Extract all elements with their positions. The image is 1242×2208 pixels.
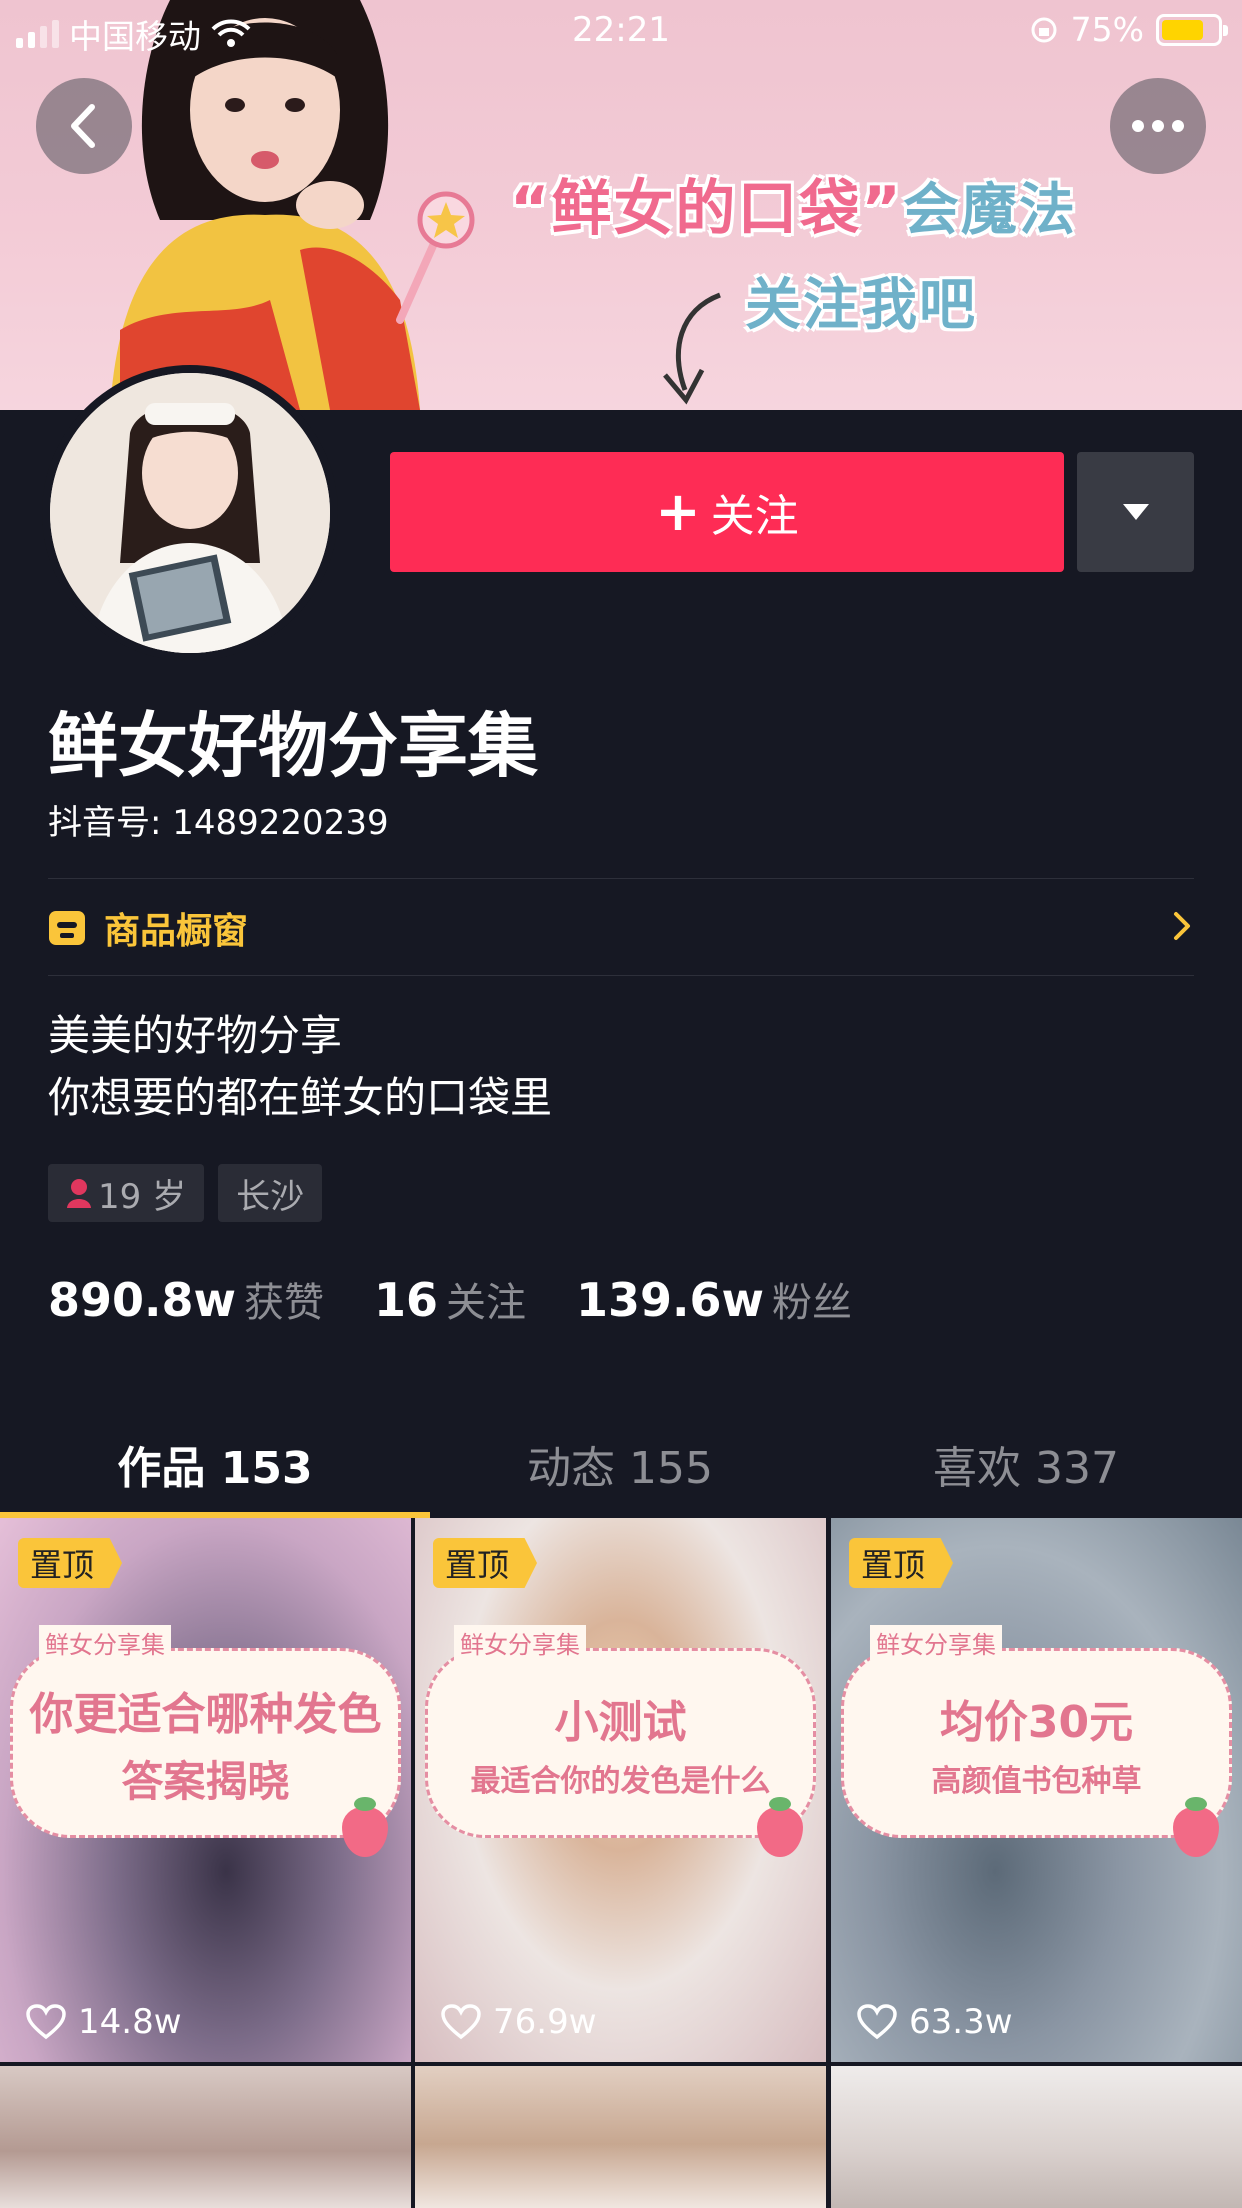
more-options-button[interactable]: [1110, 78, 1206, 174]
chevron-right-icon: [1174, 912, 1190, 940]
battery-icon: [1156, 13, 1228, 46]
tab-likes[interactable]: 喜欢 337: [810, 1410, 1242, 1518]
banner-subtitle: 关注我吧: [745, 273, 977, 338]
video-thumbnail[interactable]: 置顶 鲜女分享集 小测试 最适合你的发色是什么 76.9w: [415, 1518, 826, 2062]
video-title-line2: 最适合你的发色是什么: [470, 1764, 771, 1799]
video-title-card: 鲜女分享集 小测试 最适合你的发色是什么: [425, 1625, 816, 1857]
video-title-card: 鲜女分享集 你更适合哪种发色 答案揭晓: [10, 1625, 401, 1857]
status-bar: 中国移动 22:21 75%: [0, 0, 1242, 60]
video-title-line1: 小测试: [554, 1697, 687, 1748]
more-dots-icon: [1132, 120, 1184, 132]
followers-label[interactable]: 粉丝: [772, 1270, 852, 1328]
video-grid: 置顶 鲜女分享集 你更适合哪种发色 答案揭晓 14.8w 置顶 鲜女分享集 小测…: [0, 1518, 1242, 2208]
video-likes-count: 76.9w: [493, 2002, 597, 2042]
triangle-down-icon: [1122, 504, 1149, 520]
video-thumbnail[interactable]: [415, 2066, 826, 2208]
likes-label: 获赞: [244, 1280, 324, 1326]
magic-wand-icon: [396, 191, 475, 324]
age-tag: 19 岁: [48, 1164, 205, 1222]
video-brand: 鲜女分享集: [870, 1625, 1002, 1660]
pinned-badge: 置顶: [849, 1538, 954, 1588]
likes-count: 890.8w: [48, 1273, 236, 1327]
video-brand: 鲜女分享集: [454, 1625, 586, 1660]
video-thumbnail[interactable]: [0, 2066, 411, 2208]
video-title-line1: 你更适合哪种发色: [29, 1688, 382, 1740]
bio: 美美的好物分享 你想要的都在鲜女的口袋里: [48, 1005, 552, 1129]
video-likes-count: 63.3w: [909, 2002, 1013, 2042]
profile-tags: 19 岁 长沙: [48, 1164, 323, 1222]
shop-window-label: 商品橱窗: [104, 911, 249, 952]
back-button[interactable]: [36, 78, 132, 174]
video-likes-count: 14.8w: [78, 2002, 182, 2042]
video-thumbnail[interactable]: 置顶 鲜女分享集 你更适合哪种发色 答案揭晓 14.8w: [0, 1518, 411, 2062]
profile-tabs: 作品 153 动态 155 喜欢 337: [0, 1410, 1242, 1518]
follow-label: 关注: [710, 491, 799, 542]
profile-name: 鲜女好物分享集: [48, 705, 538, 787]
following-label[interactable]: 关注: [446, 1270, 526, 1328]
rotation-lock-icon: [1031, 17, 1057, 42]
avatar[interactable]: [42, 365, 338, 661]
city-tag: 长沙: [218, 1164, 323, 1222]
city-label: 长沙: [236, 1176, 305, 1217]
followers-count[interactable]: 139.6w: [576, 1273, 764, 1327]
video-title-card: 鲜女分享集 均价30元 高颜值书包种草: [841, 1625, 1232, 1857]
female-user-icon: [67, 1179, 91, 1208]
battery-percent: 75%: [1070, 10, 1144, 49]
following-count[interactable]: 16: [374, 1273, 438, 1327]
heart-outline-icon: [441, 2004, 481, 2040]
video-likes: 76.9w: [441, 2002, 597, 2042]
video-brand: 鲜女分享集: [39, 1625, 171, 1660]
profile-banner: “鲜女的口袋”会魔法 关注我吧: [0, 0, 1242, 410]
divider: [48, 975, 1194, 976]
bio-line: 美美的好物分享: [48, 1011, 343, 1060]
shop-window-row[interactable]: 商品橱窗: [48, 880, 1194, 976]
pinned-badge: 置顶: [433, 1538, 538, 1588]
bio-line: 你想要的都在鲜女的口袋里: [48, 1073, 553, 1122]
pinned-badge: 置顶: [18, 1538, 123, 1588]
tab-activity[interactable]: 动态 155: [430, 1410, 810, 1518]
video-title-line1: 均价30元: [939, 1697, 1134, 1748]
recommend-dropdown-button[interactable]: [1077, 452, 1194, 572]
tab-works[interactable]: 作品 153: [0, 1410, 430, 1518]
follow-button[interactable]: + 关注: [390, 452, 1064, 572]
avatar-photo: [50, 373, 330, 653]
heart-outline-icon: [26, 2004, 66, 2040]
douyin-id: 抖音号: 1489220239: [48, 803, 389, 843]
video-likes: 14.8w: [26, 2002, 182, 2042]
profile-stats: 890.8w 获赞 16 关注 139.6w 粉丝: [48, 1270, 902, 1328]
video-thumbnail[interactable]: [831, 2066, 1242, 2208]
banner-title: “鲜女的口袋”会魔法: [510, 174, 1077, 244]
video-title-line2: 答案揭晓: [121, 1756, 290, 1806]
age-label: 19 岁: [98, 1176, 187, 1217]
heart-outline-icon: [857, 2004, 897, 2040]
video-likes: 63.3w: [857, 2002, 1013, 2042]
video-title-line2: 高颜值书包种草: [931, 1764, 1142, 1799]
arrow-down-icon: [663, 292, 721, 405]
plus-icon: +: [655, 480, 701, 543]
video-thumbnail[interactable]: 置顶 鲜女分享集 均价30元 高颜值书包种草 63.3w: [831, 1518, 1242, 2062]
divider: [48, 878, 1194, 879]
shop-icon: [49, 911, 85, 945]
back-arrow-icon: [71, 104, 95, 148]
